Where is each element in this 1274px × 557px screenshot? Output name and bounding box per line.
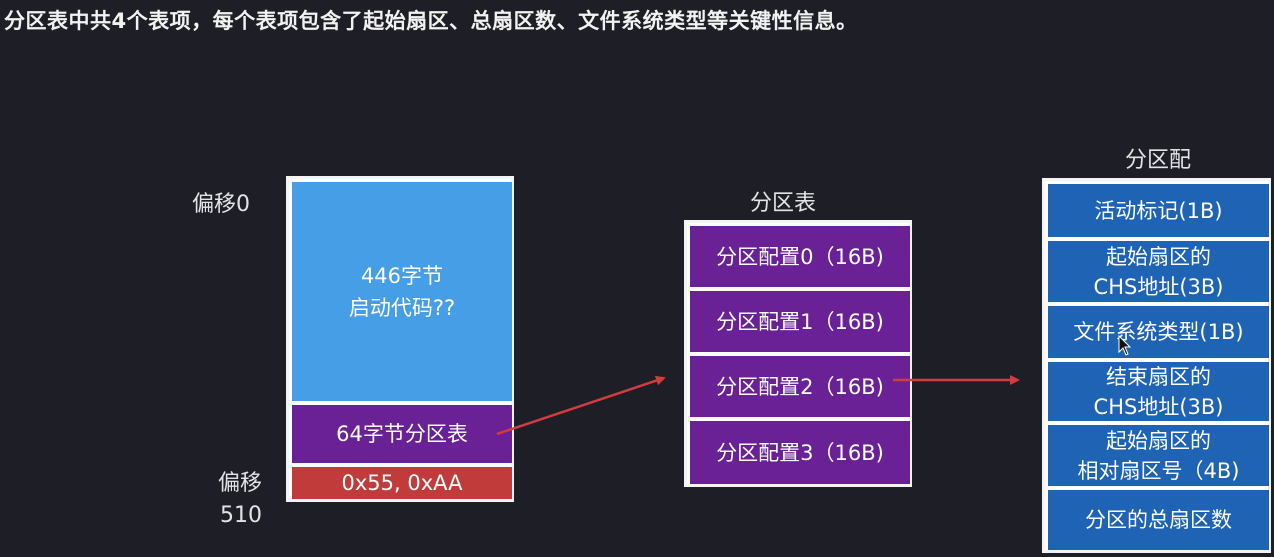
arrow-mbr-to-table bbox=[496, 375, 666, 436]
mouse-cursor-icon bbox=[1118, 334, 1132, 356]
connector-arrows bbox=[496, 334, 1132, 436]
